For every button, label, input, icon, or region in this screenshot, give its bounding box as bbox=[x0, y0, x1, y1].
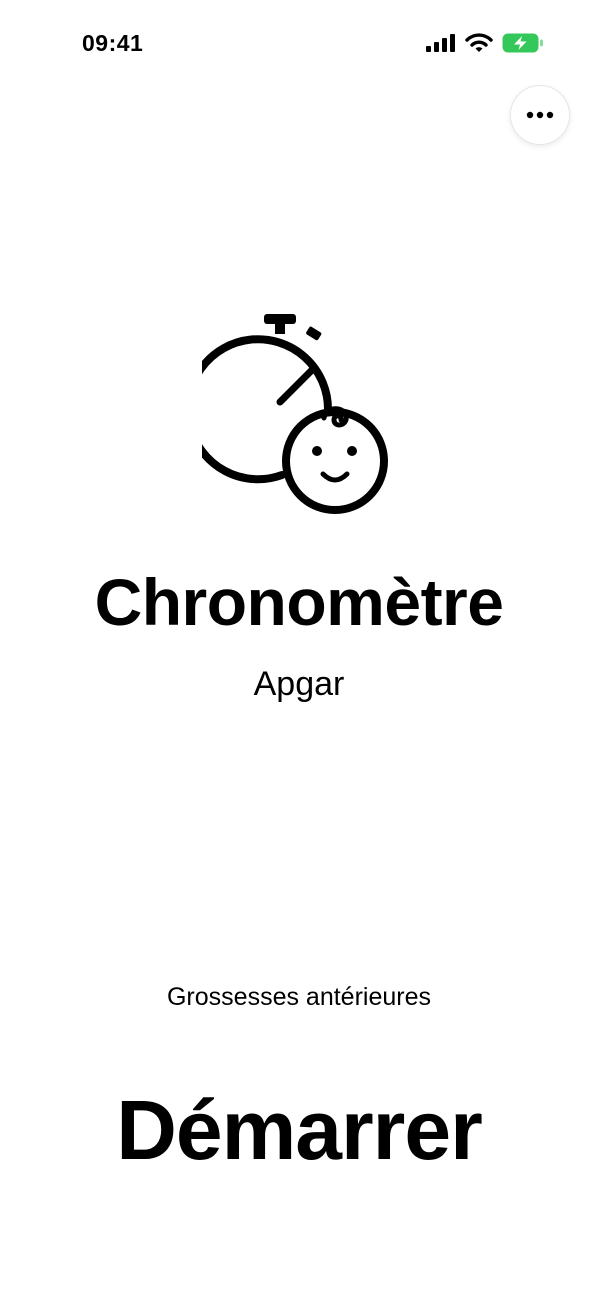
status-icons bbox=[426, 32, 544, 58]
page-title: Chronomètre bbox=[94, 565, 504, 639]
status-time: 09:41 bbox=[82, 30, 144, 56]
stopwatch-baby-icon bbox=[184, 310, 396, 522]
battery-charging-icon bbox=[502, 33, 544, 58]
previous-pregnancies-link[interactable]: Grossesses antérieures bbox=[0, 980, 598, 1014]
page-subtitle: Apgar bbox=[253, 665, 345, 703]
wifi-icon bbox=[465, 32, 493, 58]
cellular-signal-icon bbox=[426, 33, 456, 57]
more-options-button[interactable] bbox=[510, 85, 570, 145]
status-bar: 09:41 bbox=[0, 0, 598, 90]
ellipsis-icon bbox=[526, 106, 554, 124]
start-button[interactable]: Démarrer bbox=[0, 1080, 598, 1180]
